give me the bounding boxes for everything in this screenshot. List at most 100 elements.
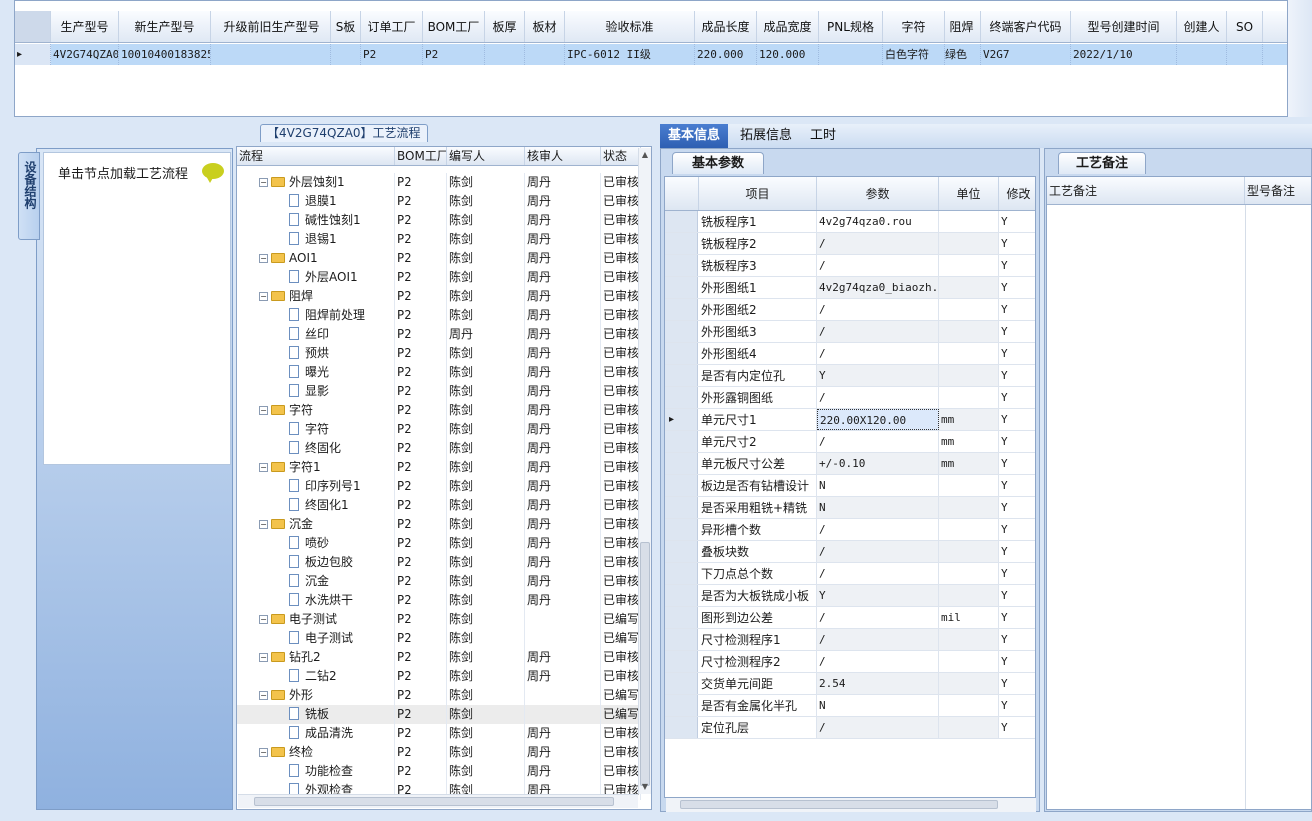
- collapse-icon[interactable]: −: [259, 463, 268, 472]
- params-cell-flag[interactable]: Y: [999, 629, 1035, 650]
- collapse-icon[interactable]: −: [259, 748, 268, 757]
- collapse-icon[interactable]: −: [259, 615, 268, 624]
- tree-node[interactable]: 喷砂: [237, 534, 395, 553]
- row-selector[interactable]: [665, 519, 698, 540]
- tree-node[interactable]: 碱性蚀刻1: [237, 211, 395, 230]
- tree-row[interactable]: 印序列号1 P2 陈剑 周丹 已审核: [237, 477, 641, 496]
- grid-cell[interactable]: [485, 44, 525, 65]
- params-cell-value[interactable]: /: [817, 607, 939, 628]
- row-selector[interactable]: [665, 475, 698, 496]
- params-cell-value[interactable]: /: [817, 233, 939, 254]
- row-selector[interactable]: [665, 255, 698, 276]
- col-header-9[interactable]: 成品长度: [695, 11, 757, 42]
- grid-cell[interactable]: P2: [361, 44, 423, 65]
- params-cell-value[interactable]: N: [817, 475, 939, 496]
- params-row[interactable]: 是否采用粗铣+精铣 N Y: [665, 497, 1035, 519]
- grid-cell[interactable]: IPC-6012 II级: [565, 44, 695, 65]
- tree-node[interactable]: − 外形: [237, 686, 395, 705]
- tree-row[interactable]: 沉金 P2 陈剑 周丹 已审核: [237, 572, 641, 591]
- row-selector[interactable]: [665, 277, 698, 298]
- product-grid-scrollbar[interactable]: [1288, 0, 1312, 117]
- tree-row[interactable]: 显影 P2 陈剑 周丹 已审核: [237, 382, 641, 401]
- params-cell-item[interactable]: 是否有金属化半孔: [699, 695, 817, 716]
- params-cell-item[interactable]: 单元板尺寸公差: [699, 453, 817, 474]
- scroll-up-arrow-icon[interactable]: ▲: [641, 150, 649, 159]
- params-cell-item[interactable]: 异形槽个数: [699, 519, 817, 540]
- params-col-header-3[interactable]: 修改: [999, 177, 1035, 210]
- params-cell-value[interactable]: 2.54: [817, 673, 939, 694]
- params-cell-unit[interactable]: [939, 563, 999, 584]
- params-cell-flag[interactable]: Y: [999, 409, 1035, 430]
- params-cell-value[interactable]: /: [817, 255, 939, 276]
- collapse-icon[interactable]: −: [259, 691, 268, 700]
- tree-row[interactable]: − 钻孔2 P2 陈剑 周丹 已审核: [237, 648, 641, 667]
- params-cell-flag[interactable]: Y: [999, 299, 1035, 320]
- tree-node[interactable]: 印序列号1: [237, 477, 395, 496]
- params-row[interactable]: 板边是否有钻槽设计 N Y: [665, 475, 1035, 497]
- params-cell-flag[interactable]: Y: [999, 607, 1035, 628]
- col-header-1[interactable]: 新生产型号: [119, 11, 211, 42]
- params-cell-unit[interactable]: [939, 497, 999, 518]
- params-cell-item[interactable]: 叠板块数: [699, 541, 817, 562]
- row-selector[interactable]: [665, 585, 698, 606]
- tab-process-remarks[interactable]: 工艺备注: [1058, 152, 1146, 174]
- tree-node[interactable]: − 电子测试: [237, 610, 395, 629]
- row-selector[interactable]: [665, 563, 698, 584]
- tree-row[interactable]: 曝光 P2 陈剑 周丹 已审核: [237, 363, 641, 382]
- params-cell-item[interactable]: 交货单元间距: [699, 673, 817, 694]
- params-cell-unit[interactable]: mm: [939, 431, 999, 452]
- params-cell-value[interactable]: N: [817, 497, 939, 518]
- collapse-icon[interactable]: −: [259, 520, 268, 529]
- params-cell-value[interactable]: /: [817, 299, 939, 320]
- params-row[interactable]: 是否有内定位孔 Y Y: [665, 365, 1035, 387]
- product-grid-row[interactable]: ▸ 4V2G74QZA0 10010400183825 P2 P2 IPC-6012 II…: [15, 44, 1287, 65]
- params-cell-unit[interactable]: mil: [939, 607, 999, 628]
- params-cell-item[interactable]: 外形图纸4: [699, 343, 817, 364]
- params-cell-item[interactable]: 铣板程序2: [699, 233, 817, 254]
- grid-cell[interactable]: [331, 44, 361, 65]
- tree-node[interactable]: 功能检查: [237, 762, 395, 781]
- tree-row[interactable]: − 沉金 P2 陈剑 周丹 已审核: [237, 515, 641, 534]
- col-header-10[interactable]: 成品宽度: [757, 11, 819, 42]
- params-cell-flag[interactable]: Y: [999, 321, 1035, 342]
- tree-row[interactable]: − 字符1 P2 陈剑 周丹 已审核: [237, 458, 641, 477]
- params-cell-value[interactable]: /: [817, 387, 939, 408]
- tree-node[interactable]: − 终检: [237, 743, 395, 762]
- tree-row[interactable]: 板边包胶 P2 陈剑 周丹 已审核: [237, 553, 641, 572]
- params-cell-flag[interactable]: Y: [999, 255, 1035, 276]
- params-cell-flag[interactable]: Y: [999, 211, 1035, 232]
- params-cell-unit[interactable]: [939, 211, 999, 232]
- params-cell-flag[interactable]: Y: [999, 431, 1035, 452]
- tree-row[interactable]: 碱性蚀刻1 P2 陈剑 周丹 已审核: [237, 211, 641, 230]
- grid-cell[interactable]: [819, 44, 883, 65]
- tree-row[interactable]: 终固化1 P2 陈剑 周丹 已审核: [237, 496, 641, 515]
- collapse-icon[interactable]: −: [259, 292, 268, 301]
- col-header-3[interactable]: S板: [331, 11, 361, 42]
- params-cell-flag[interactable]: Y: [999, 673, 1035, 694]
- tab-basic-params[interactable]: 基本参数: [672, 152, 764, 174]
- params-cell-flag[interactable]: Y: [999, 387, 1035, 408]
- params-cell-unit[interactable]: [939, 255, 999, 276]
- tree-vertical-scrollbar[interactable]: ▲ ▼: [638, 148, 651, 794]
- col-header-5[interactable]: BOM工厂: [423, 11, 485, 42]
- grid-cell[interactable]: 白色字符: [883, 44, 945, 65]
- row-selector[interactable]: [665, 431, 698, 452]
- grid-cell[interactable]: 2022/1/10: [1071, 44, 1177, 65]
- tree-hscroll-thumb[interactable]: [254, 797, 614, 806]
- row-selector[interactable]: [665, 607, 698, 628]
- tree-row[interactable]: 成品清洗 P2 陈剑 周丹 已审核: [237, 724, 641, 743]
- params-cell-flag[interactable]: Y: [999, 453, 1035, 474]
- tree-row[interactable]: 喷砂 P2 陈剑 周丹 已审核: [237, 534, 641, 553]
- col-header-17[interactable]: SO: [1227, 11, 1263, 42]
- tree-node[interactable]: − 外层蚀刻1: [237, 173, 395, 192]
- col-header-13[interactable]: 阻焊: [943, 11, 981, 42]
- params-cell-unit[interactable]: [939, 585, 999, 606]
- params-cell-item[interactable]: 尺寸检测程序1: [699, 629, 817, 650]
- params-row[interactable]: 尺寸检测程序1/ Y: [665, 629, 1035, 651]
- params-row[interactable]: 单元尺寸2/mm Y: [665, 431, 1035, 453]
- params-cell-item[interactable]: 外形图纸3: [699, 321, 817, 342]
- grid-cell[interactable]: V2G7: [981, 44, 1071, 65]
- tree-node[interactable]: − 字符1: [237, 458, 395, 477]
- grid-cell[interactable]: 120.000: [757, 44, 819, 65]
- tree-row[interactable]: 水洗烘干 P2 陈剑 周丹 已审核: [237, 591, 641, 610]
